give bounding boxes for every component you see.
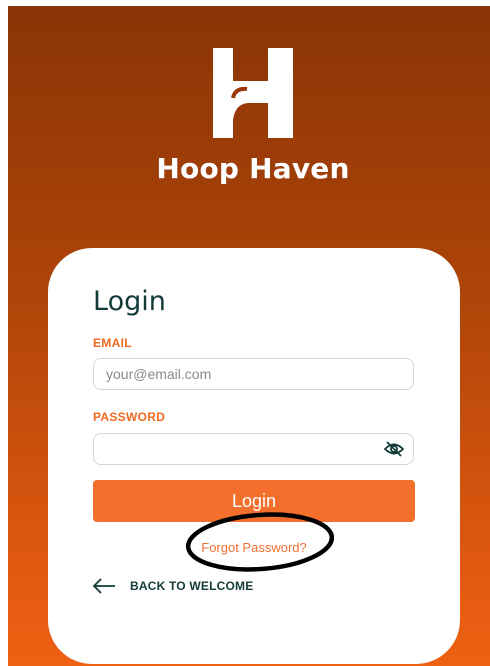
forgot-password-link[interactable]: Forgot Password? xyxy=(48,540,460,555)
login-title: Login xyxy=(93,286,166,317)
brand-name: Hoop Haven xyxy=(156,152,350,185)
login-card: Login EMAIL PASSWORD Login Forgot Passwo… xyxy=(48,248,460,664)
hoop-haven-logo-icon xyxy=(213,48,293,138)
eye-off-icon[interactable] xyxy=(384,441,404,457)
email-label: EMAIL xyxy=(93,336,132,350)
email-input[interactable] xyxy=(93,358,414,390)
password-label: PASSWORD xyxy=(93,410,166,424)
back-to-welcome-label: BACK TO WELCOME xyxy=(130,579,254,593)
arrow-left-icon xyxy=(92,578,115,594)
password-input[interactable] xyxy=(93,433,414,465)
login-button[interactable]: Login xyxy=(93,480,415,522)
back-to-welcome-button[interactable]: BACK TO WELCOME xyxy=(92,578,253,594)
